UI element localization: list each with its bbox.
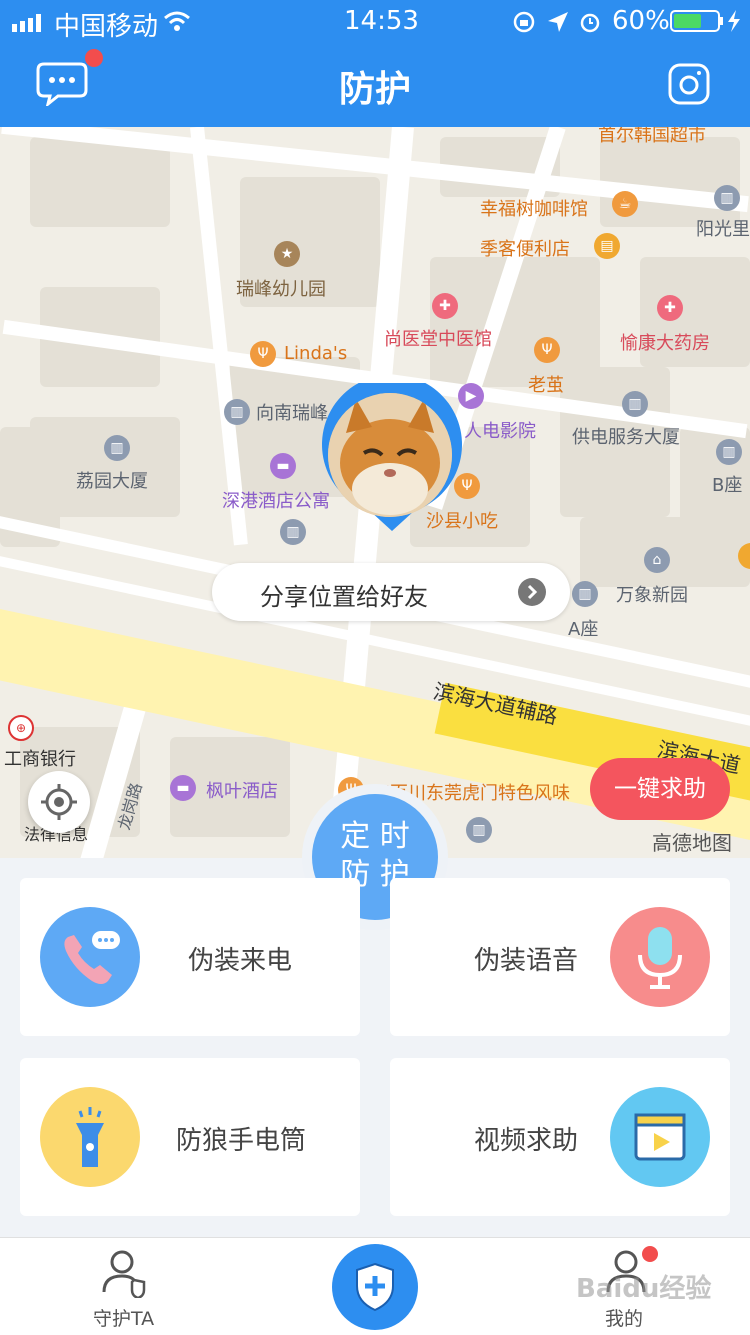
fake-call-card[interactable]: 伪装来电 bbox=[20, 878, 360, 1036]
map-view[interactable]: 首尔韩国超市 幸福树咖啡馆 ☕ 季客便利店 ▤ ▥ 阳光里 ★ 瑞峰幼儿园 ✚ … bbox=[0, 127, 750, 858]
poi-label: A座 bbox=[568, 619, 599, 640]
shield-plus-icon bbox=[356, 1262, 394, 1312]
wifi-icon bbox=[163, 10, 191, 36]
flashlight-label: 防狼手电筒 bbox=[176, 1126, 307, 1156]
nav-protect-button[interactable] bbox=[332, 1244, 418, 1330]
clock-text: 14:53 bbox=[344, 6, 419, 36]
bank-icon: ⊕ bbox=[8, 715, 34, 741]
store-icon: ▤ bbox=[594, 233, 620, 259]
alarm-icon bbox=[578, 10, 602, 38]
building-icon: ▥ bbox=[104, 435, 130, 461]
building-icon: ▥ bbox=[224, 399, 250, 425]
building-icon: ▥ bbox=[466, 817, 492, 843]
share-location-button[interactable]: 分享位置给好友 bbox=[212, 563, 570, 621]
building-icon: ▥ bbox=[572, 581, 598, 607]
home-icon: ⌂ bbox=[644, 547, 670, 573]
notification-dot bbox=[642, 1246, 658, 1262]
poi-label: 万象新园 bbox=[616, 585, 688, 606]
map-brand: 高德地图 bbox=[652, 831, 732, 855]
poi-label: B座 bbox=[712, 475, 743, 496]
poi-label: 老茧 bbox=[528, 375, 564, 396]
sos-button[interactable]: 一键求助 bbox=[590, 758, 730, 820]
poi-label: 工商银行 bbox=[4, 749, 76, 770]
hotel-icon: ▬ bbox=[270, 453, 296, 479]
poi-label: 枫叶酒店 bbox=[206, 781, 278, 802]
avatar bbox=[328, 393, 452, 517]
school-icon: ★ bbox=[274, 241, 300, 267]
poi-label: 愉康大药房 bbox=[620, 333, 710, 354]
poi-label: 幸福树咖啡馆 bbox=[480, 199, 588, 220]
carrier-text: 中国移动 bbox=[54, 12, 159, 42]
watermark: Baidu经验 bbox=[576, 1274, 712, 1304]
poi-label: 首尔韩国超市 bbox=[598, 127, 706, 146]
poi-label: 季客便利店 bbox=[480, 239, 570, 260]
bottom-nav: 守护TA 我的 Baidu经验 bbox=[0, 1237, 750, 1335]
poi-label: 瑞峰幼儿园 bbox=[236, 279, 326, 300]
signal-icon bbox=[12, 14, 48, 32]
nav-guard[interactable]: 守护TA bbox=[80, 1238, 170, 1335]
poi-label: Linda's bbox=[284, 343, 348, 364]
poi-label: 深港酒店公寓 bbox=[222, 491, 330, 512]
locate-button[interactable] bbox=[28, 771, 90, 833]
nav-mine-label: 我的 bbox=[605, 1308, 644, 1330]
flashlight-card[interactable]: 防狼手电筒 bbox=[20, 1058, 360, 1216]
cafe-icon: ☕ bbox=[612, 191, 638, 217]
fake-call-label: 伪装来电 bbox=[188, 946, 293, 976]
location-arrow-icon bbox=[546, 10, 570, 38]
video-help-card[interactable]: 视频求助 bbox=[390, 1058, 730, 1216]
timer-line1: 定 时 bbox=[340, 819, 410, 854]
poi-label: 荔园大厦 bbox=[76, 471, 148, 492]
microphone-icon bbox=[610, 907, 710, 1007]
hotel-icon: ▬ bbox=[170, 775, 196, 801]
user-location-marker[interactable] bbox=[318, 383, 466, 531]
video-icon bbox=[610, 1087, 710, 1187]
top-bar: 中国移动 14:53 60% 防护 bbox=[0, 0, 750, 127]
crosshair-icon bbox=[41, 784, 77, 820]
flashlight-icon bbox=[40, 1087, 140, 1187]
chevron-right-icon bbox=[518, 578, 546, 606]
restaurant-icon: Ψ bbox=[534, 337, 560, 363]
building-icon: ▥ bbox=[280, 519, 306, 545]
poi-label: 人电影院 bbox=[464, 421, 536, 442]
poi-label: 供电服务大厦 bbox=[572, 427, 680, 448]
phone-icon bbox=[40, 907, 140, 1007]
poi-label: 阳光里 bbox=[696, 219, 750, 240]
battery-percent: 60% bbox=[612, 6, 670, 36]
building-icon: ▥ bbox=[714, 185, 740, 211]
poi-label: 尚医堂中医馆 bbox=[384, 329, 492, 350]
restaurant-icon: Ψ bbox=[250, 341, 276, 367]
hospital-icon: ✚ bbox=[432, 293, 458, 319]
fake-voice-label: 伪装语音 bbox=[474, 946, 579, 976]
battery-icon bbox=[670, 8, 744, 38]
building-icon: ▥ bbox=[622, 391, 648, 417]
rotation-lock-icon bbox=[512, 10, 536, 38]
share-label: 分享位置给好友 bbox=[260, 583, 428, 611]
camera-icon[interactable] bbox=[668, 63, 710, 109]
nav-guard-label: 守护TA bbox=[93, 1308, 155, 1330]
guard-person-icon bbox=[102, 1250, 146, 1298]
page-title: 防护 bbox=[338, 69, 411, 110]
building-icon: ▥ bbox=[716, 439, 742, 465]
pharmacy-icon: ✚ bbox=[657, 295, 683, 321]
fake-voice-card[interactable]: 伪装语音 bbox=[390, 878, 730, 1036]
video-help-label: 视频求助 bbox=[474, 1126, 579, 1156]
